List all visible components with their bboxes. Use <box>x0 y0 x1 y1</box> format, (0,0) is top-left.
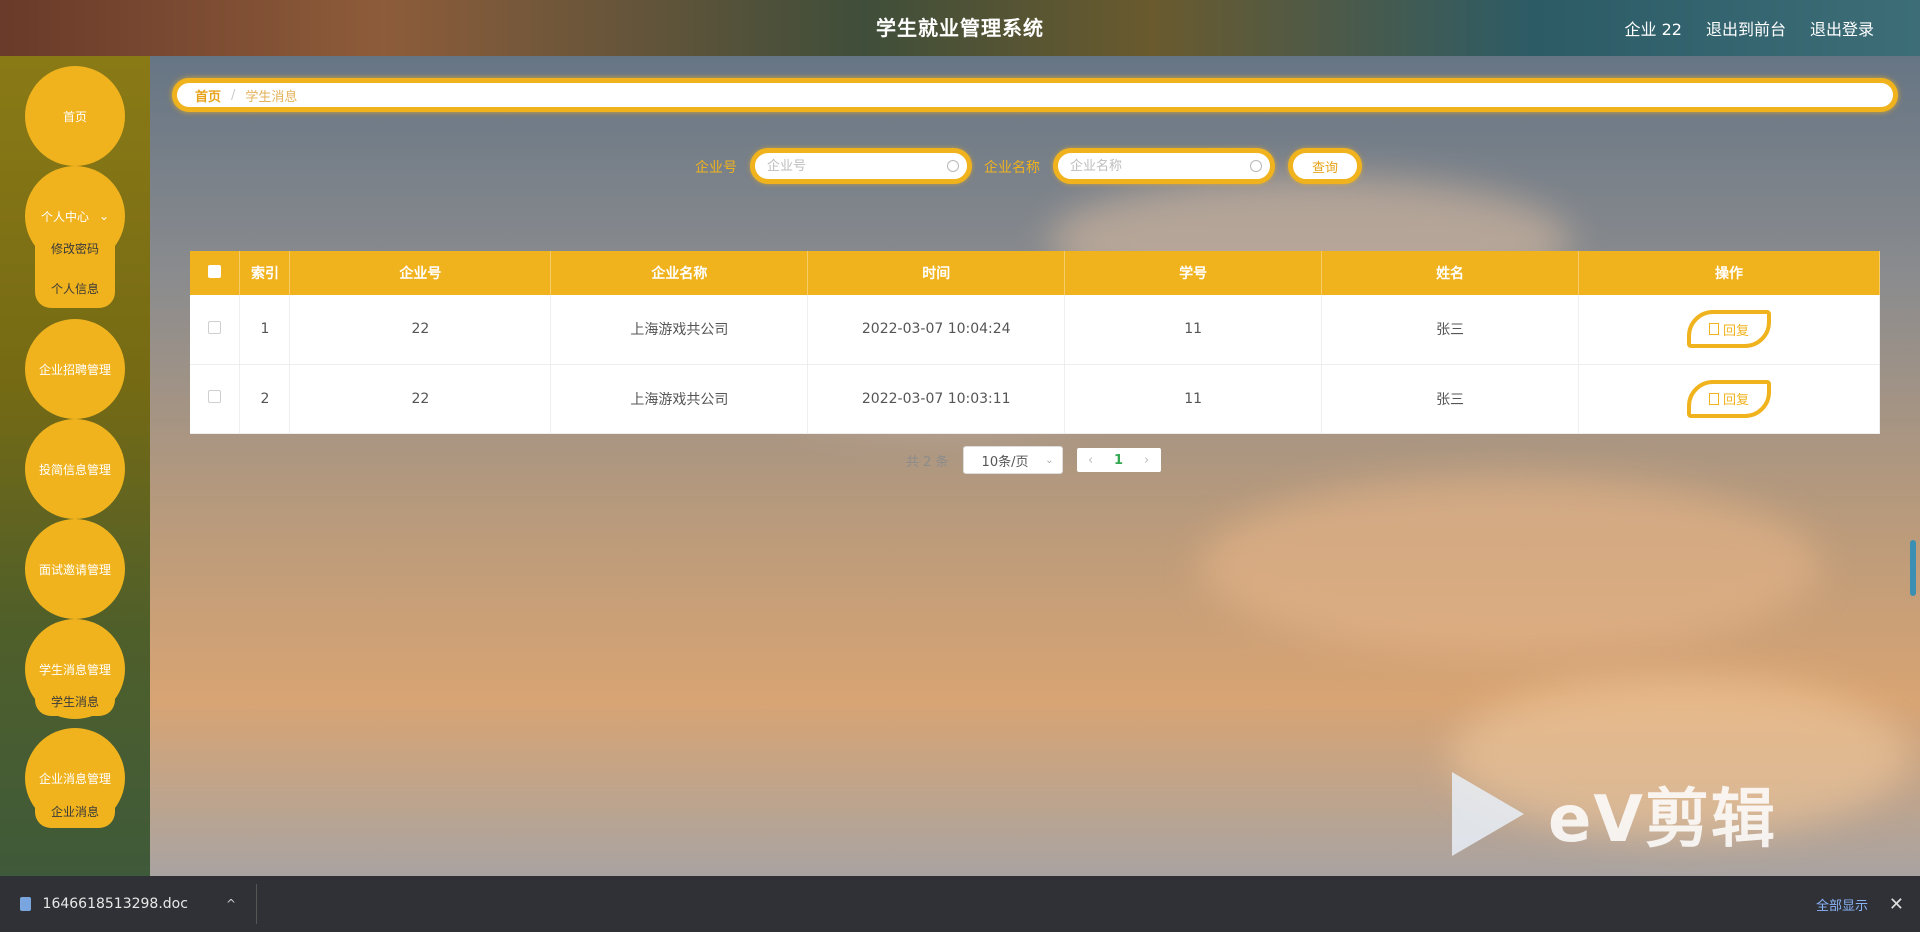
company-name-cell: 上海游戏共公司 <box>550 364 809 434</box>
sidebar-item-label: 投简信息管理 <box>38 462 111 477</box>
column-header: 学号 <box>1064 251 1323 295</box>
close-icon[interactable]: ✕ <box>1889 894 1904 915</box>
company-name-field <box>1053 148 1275 184</box>
sidebar-item-home[interactable]: 首页 <box>25 66 125 166</box>
student-id-cell: 11 <box>1064 295 1323 365</box>
sidebar-subitem-change-password[interactable]: 修改密码 <box>35 228 115 268</box>
column-header: 企业号 <box>289 251 552 295</box>
document-icon <box>1708 323 1719 336</box>
breadcrumb-separator: / <box>231 87 236 103</box>
time-cell: 2022-03-07 10:03:11 <box>807 364 1066 434</box>
download-bar: 1646618513298.doc ^ 全部显示 ✕ <box>0 876 1920 932</box>
sidebar-subitem-label: 个人信息 <box>50 281 99 296</box>
column-header: 企业名称 <box>550 251 809 295</box>
page-list: ‹ 1 › <box>1076 448 1161 472</box>
sidebar-item-label: 学生消息管理 <box>38 662 111 677</box>
page-size-value: 10条/页 <box>981 454 1029 470</box>
sidebar-subitem-student-message[interactable]: 学生消息 <box>35 686 115 716</box>
index-cell: 1 <box>239 295 291 365</box>
company-id-input[interactable] <box>755 153 967 179</box>
action-cell: 回复 <box>1578 364 1880 434</box>
logout-link[interactable]: 退出登录 <box>1810 16 1874 40</box>
page-number[interactable]: 1 <box>1105 453 1133 468</box>
download-file-name: 1646618513298.doc <box>42 896 188 912</box>
table-row: 1 22 上海游戏共公司 2022-03-07 10:04:24 11 张三 回… <box>190 295 1880 365</box>
select-all-header <box>190 251 241 295</box>
company-id-cell: 22 <box>289 295 552 365</box>
pagination: 共 2 条 10条/页 ⌄ ‹ 1 › <box>906 446 1161 474</box>
watermark-text: eV剪辑 <box>1548 783 1777 857</box>
document-icon <box>1708 392 1719 405</box>
top-bar: 学生就业管理系统 企业 22 退出到前台 退出登录 <box>0 0 1920 56</box>
query-button[interactable]: 查询 <box>1288 148 1362 184</box>
divider <box>256 884 257 924</box>
select-all-checkbox[interactable] <box>208 264 222 278</box>
column-header: 操作 <box>1578 251 1880 295</box>
column-header: 时间 <box>807 251 1066 295</box>
row-select-cell <box>190 364 241 434</box>
next-page-button[interactable]: › <box>1133 453 1161 468</box>
student-id-cell: 11 <box>1064 364 1323 434</box>
action-cell: 回复 <box>1578 295 1880 365</box>
table-header-row: 索引 企业号 企业名称 时间 学号 姓名 操作 <box>190 251 1880 295</box>
user-label: 企业 22 <box>1624 20 1682 39</box>
name-cell: 张三 <box>1321 364 1580 434</box>
breadcrumb-current: 学生消息 <box>245 89 298 105</box>
sidebar-item-label: 面试邀请管理 <box>38 562 111 577</box>
table-row: 2 22 上海游戏共公司 2022-03-07 10:03:11 11 张三 回… <box>190 364 1880 434</box>
sidebar-item-label: 企业消息管理 <box>38 771 111 786</box>
sidebar-item-recruitment[interactable]: 企业招聘管理 <box>25 319 125 419</box>
doc-file-icon <box>20 897 31 911</box>
sidebar-subitem-personal-info[interactable]: 个人信息 <box>35 268 115 308</box>
sidebar-item-interview[interactable]: 面试邀请管理 <box>25 519 125 619</box>
index-cell: 2 <box>239 364 291 434</box>
reply-button[interactable]: 回复 <box>1687 379 1771 418</box>
sidebar: 首页 个人中心 ⌄ 修改密码 个人信息 企业招聘管理 投简信息管理 面试邀请管理… <box>0 56 150 876</box>
sidebar-item-label: 企业招聘管理 <box>38 362 111 377</box>
reply-label: 回复 <box>1722 393 1749 408</box>
play-logo-icon <box>1452 772 1524 856</box>
row-select-cell <box>190 295 241 365</box>
reply-label: 回复 <box>1722 323 1749 339</box>
chevron-up-icon[interactable]: ^ <box>226 897 236 911</box>
sidebar-subitem-label: 修改密码 <box>50 241 99 256</box>
reply-button[interactable]: 回复 <box>1687 310 1771 349</box>
company-name-input[interactable] <box>1058 153 1270 179</box>
company-id-cell: 22 <box>289 364 552 434</box>
messages-table: 索引 企业号 企业名称 时间 学号 姓名 操作 1 22 上海游戏共公司 202… <box>190 251 1880 434</box>
sidebar-item-label: 首页 <box>62 109 87 124</box>
breadcrumb-home[interactable]: 首页 <box>195 86 221 105</box>
row-checkbox[interactable] <box>208 320 222 334</box>
total-count: 共 2 条 <box>906 454 949 470</box>
page-size-select[interactable]: 10条/页 ⌄ <box>962 446 1063 474</box>
ev-watermark: eV剪辑 <box>1452 768 1777 860</box>
company-name-cell: 上海游戏共公司 <box>550 295 809 365</box>
breadcrumb: 首页 / 学生消息 <box>172 78 1898 112</box>
sidebar-subitem-company-message[interactable]: 企业消息 <box>35 794 115 828</box>
search-icon <box>1250 160 1262 172</box>
company-id-field <box>750 148 972 184</box>
search-icon <box>947 160 959 172</box>
sidebar-item-label: 个人中心 <box>40 209 89 224</box>
sidebar-item-resume[interactable]: 投简信息管理 <box>25 419 125 519</box>
header-actions: 企业 22 退出到前台 退出登录 <box>1625 16 1874 40</box>
chevron-down-icon: ⌄ <box>1045 454 1054 466</box>
sidebar-subitem-label: 企业消息 <box>50 804 99 819</box>
page-scrollbar[interactable] <box>1910 540 1916 596</box>
time-cell: 2022-03-07 10:04:24 <box>807 295 1066 365</box>
sidebar-subitem-label: 学生消息 <box>50 694 99 709</box>
download-item[interactable]: 1646618513298.doc ^ <box>20 896 236 912</box>
company-name-label: 企业名称 <box>984 160 1040 176</box>
name-cell: 张三 <box>1321 295 1580 365</box>
column-header: 姓名 <box>1321 251 1580 295</box>
exit-front-link[interactable]: 退出到前台 <box>1706 16 1786 40</box>
row-checkbox[interactable] <box>208 390 222 403</box>
chevron-down-icon: ⌄ <box>98 209 110 223</box>
show-all-button[interactable]: 全部显示 <box>1816 895 1868 914</box>
column-header: 索引 <box>239 251 291 295</box>
prev-page-button[interactable]: ‹ <box>1077 453 1105 468</box>
company-id-label: 企业号 <box>695 160 737 176</box>
